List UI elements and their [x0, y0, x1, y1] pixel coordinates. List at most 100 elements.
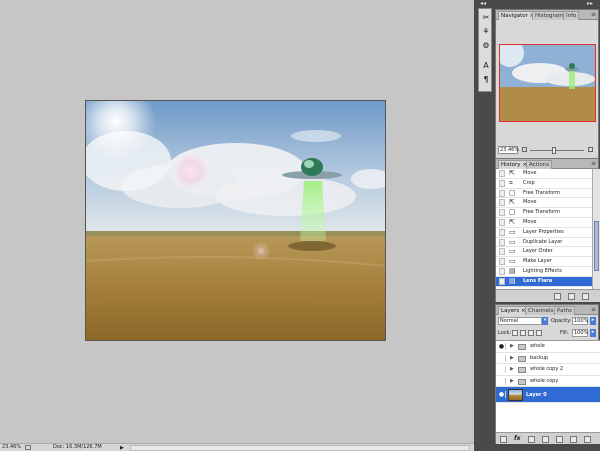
folder-icon	[518, 367, 526, 373]
history-item[interactable]: ⌗ Crop	[496, 179, 592, 189]
history-source-checkbox[interactable]	[499, 218, 505, 226]
layer-group-row[interactable]: ▶ whole copy 2	[496, 364, 600, 376]
history-source-checkbox[interactable]	[499, 199, 505, 207]
history-scroll-thumb[interactable]	[594, 221, 599, 271]
layer-group-row[interactable]: ▶ whole copy	[496, 376, 600, 387]
panel-menu-icon[interactable]: ≡	[591, 11, 596, 18]
expand-triangle-icon[interactable]: ▶	[510, 353, 514, 364]
history-item[interactable]: ▭ Layer Order	[496, 247, 592, 258]
opacity-arrow-icon[interactable]: ▸	[590, 317, 596, 325]
lock-all-icon[interactable]	[536, 330, 542, 336]
status-zoom-value[interactable]: 23.46%	[2, 444, 21, 451]
history-source-checkbox[interactable]	[499, 258, 505, 266]
clone-source-icon[interactable]: ⚘	[481, 27, 491, 37]
layer-thumbnail	[508, 389, 523, 401]
collapse-dock-arrow-icon[interactable]: ◂◂	[480, 0, 486, 7]
character-icon[interactable]: A	[481, 61, 491, 71]
visibility-toggle[interactable]	[498, 366, 506, 373]
tab-layers[interactable]: Layers ×	[498, 306, 529, 315]
adjustment-layer-icon[interactable]	[542, 436, 549, 443]
new-document-from-state-icon[interactable]	[554, 293, 561, 300]
lock-pixels-icon[interactable]	[520, 330, 526, 336]
folder-icon	[518, 378, 526, 385]
panel-menu-icon[interactable]: ≡	[591, 160, 596, 167]
expand-dock-arrow-icon[interactable]: ▸▸	[587, 0, 593, 7]
status-menu-arrow-icon[interactable]: ▶	[120, 445, 124, 451]
layers-footer: fx	[496, 432, 600, 444]
tab-histogram[interactable]: Histogram	[532, 11, 567, 20]
history-item[interactable]: ▢ Free Transform	[496, 208, 592, 218]
history-source-checkbox[interactable]	[499, 209, 505, 217]
history-source-checkbox[interactable]	[499, 228, 505, 236]
history-source-checkbox[interactable]	[499, 189, 505, 197]
canvas-workspace[interactable]	[0, 0, 474, 443]
tab-channels[interactable]: Channels	[525, 306, 557, 315]
layers-list: ● ▶ whole ▶ backup ▶ whole copy 2 ▶ whol…	[496, 340, 600, 432]
fill-input[interactable]: 100%	[572, 329, 588, 337]
history-item[interactable]: ▭ Duplicate Layer	[496, 238, 592, 248]
opacity-input[interactable]: 100%	[572, 317, 588, 325]
horizontal-scrollbar[interactable]	[130, 445, 470, 451]
history-item[interactable]: ⇱ Move	[496, 198, 592, 209]
visibility-eye-icon[interactable]: ●	[498, 343, 506, 350]
brush-preset-icon[interactable]: ✂	[481, 13, 491, 23]
layer-style-fx-button[interactable]: fx	[514, 435, 520, 442]
history-item[interactable]: ▢ Free Transform	[496, 189, 592, 199]
history-scrollbar[interactable]	[592, 169, 600, 289]
navigator-zoom-input[interactable]: 23.46%	[498, 146, 519, 154]
navigator-thumbnail[interactable]	[499, 44, 596, 122]
visibility-toggle[interactable]	[498, 354, 506, 362]
visibility-eye-icon[interactable]: ●	[498, 391, 506, 398]
visibility-toggle[interactable]	[498, 377, 506, 385]
history-item[interactable]: ⇱ Move	[496, 169, 592, 179]
filter-icon: ▤	[509, 266, 516, 275]
history-source-checkbox[interactable]	[499, 267, 505, 275]
tool-presets-icon[interactable]: ⚙	[481, 41, 491, 51]
layer-group-row[interactable]: ▶ backup	[496, 353, 600, 364]
fill-arrow-icon[interactable]: ▸	[590, 329, 596, 337]
expand-triangle-icon[interactable]: ▶	[510, 376, 514, 387]
tab-info[interactable]: Info	[563, 11, 580, 20]
canvas-artwork-ufo-over-wheat-field	[86, 101, 385, 340]
history-source-checkbox[interactable]	[499, 170, 505, 177]
tab-actions[interactable]: Actions	[526, 160, 553, 169]
zoom-slider-knob[interactable]	[552, 147, 556, 154]
add-mask-icon[interactable]	[528, 436, 535, 443]
new-group-icon[interactable]	[556, 436, 563, 443]
lock-transparency-icon[interactable]	[512, 330, 518, 336]
zoom-out-icon[interactable]	[522, 147, 527, 152]
blend-mode-select[interactable]: Normal	[498, 317, 542, 325]
paragraph-icon[interactable]: ¶	[481, 75, 491, 85]
layer-group-row[interactable]: ● ▶ whole	[496, 341, 600, 353]
expand-triangle-icon[interactable]: ▶	[510, 341, 514, 352]
filter-icon: ▤	[509, 276, 516, 285]
history-item[interactable]: ▤ Lighting Effects	[496, 267, 592, 277]
navigator-panel: Navigator × Histogram Info ≡ 23.46%	[495, 9, 599, 159]
folder-icon	[518, 355, 526, 362]
history-item[interactable]: ▭ Make Layer	[496, 257, 592, 267]
history-source-checkbox[interactable]	[499, 238, 505, 246]
expand-triangle-icon[interactable]: ▶	[510, 364, 514, 375]
new-snapshot-icon[interactable]	[568, 293, 575, 300]
lock-position-icon[interactable]	[528, 330, 534, 336]
layer-row-selected[interactable]: ● Layer 0	[496, 387, 600, 403]
history-source-checkbox[interactable]	[499, 277, 505, 285]
status-info-icon[interactable]	[25, 445, 31, 450]
panel-menu-icon[interactable]: ≡	[591, 306, 596, 313]
tab-paths[interactable]: Paths	[554, 306, 575, 315]
history-source-checkbox[interactable]	[499, 179, 505, 187]
history-source-checkbox[interactable]	[499, 248, 505, 256]
zoom-in-icon[interactable]	[588, 147, 593, 152]
zoom-slider-track[interactable]	[530, 150, 584, 151]
chevron-down-icon[interactable]: ▾	[542, 317, 548, 325]
history-item-selected[interactable]: ▤ Lens Flare	[496, 276, 592, 287]
transform-icon: ▢	[509, 208, 516, 217]
trash-icon[interactable]	[584, 436, 591, 443]
history-footer	[496, 289, 600, 302]
history-item[interactable]: ▭ Layer Properties	[496, 228, 592, 238]
document-canvas[interactable]	[85, 100, 386, 341]
new-layer-icon[interactable]	[570, 436, 577, 443]
trash-icon[interactable]	[582, 293, 589, 300]
link-layers-icon[interactable]	[500, 436, 507, 443]
history-item[interactable]: ⇱ Move	[496, 218, 592, 228]
